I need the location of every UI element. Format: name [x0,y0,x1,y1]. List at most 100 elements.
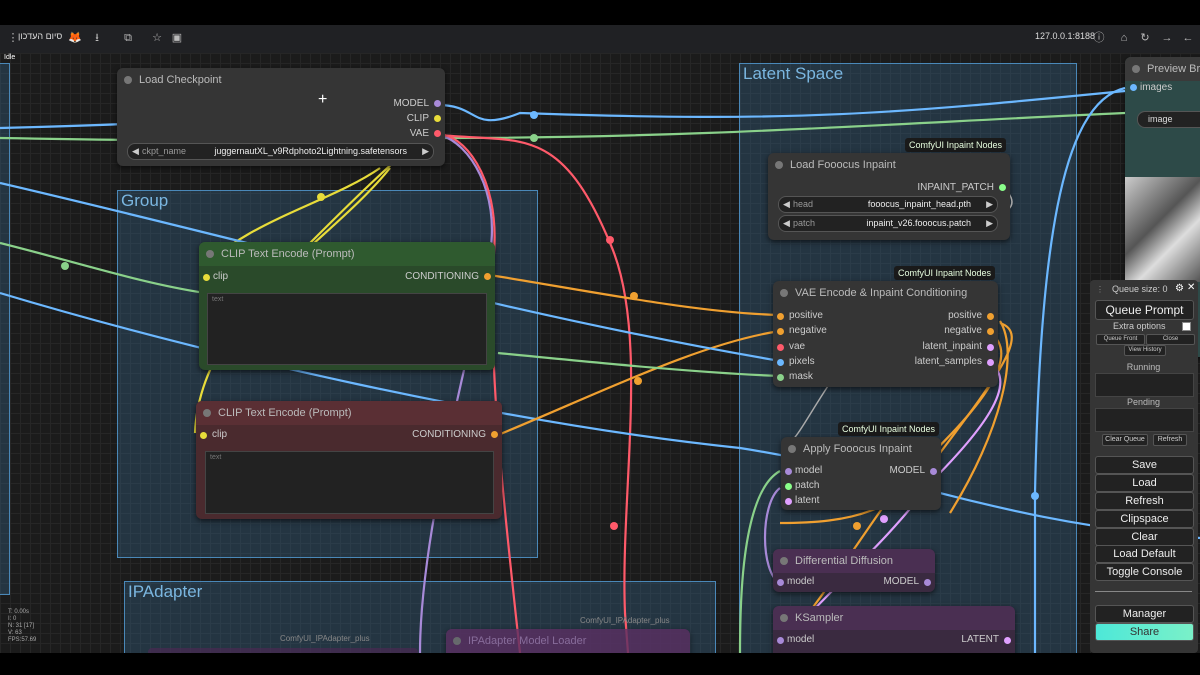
output-model-label: MODEL [889,465,925,476]
widget-label: ckpt_name [142,146,187,156]
input-clip-dot[interactable] [203,274,210,281]
node-badge: ComfyUI_IPAdapter_plus [580,616,670,625]
node-badge: ComfyUI Inpaint Nodes [894,266,996,280]
download-icon[interactable]: ⭳ [90,31,104,45]
left-arrow-icon[interactable]: ◀ [783,216,790,231]
extra-options-label: Extra options [1113,321,1166,331]
node-canvas[interactable]: Idle Latent Space Group IPAdapter Previe… [0,53,1200,653]
settings-gear-icon[interactable]: ⚙ [1175,283,1184,294]
queue-front-button[interactable]: Queue Front [1096,334,1145,345]
input-model-dot[interactable] [777,579,784,586]
apply-fooocus-inpaint-node[interactable]: Apply Fooocus Inpaint model patch latent… [781,437,941,510]
forward-icon[interactable]: → [1160,31,1174,45]
node-badge: ComfyUI Inpaint Nodes [905,138,1007,152]
left-arrow-icon[interactable]: ◀ [132,144,139,159]
input-mask-label: mask [789,371,813,382]
input-clip-label: clip [213,271,229,282]
view-history-button[interactable]: View History [1124,345,1166,356]
star-icon[interactable]: ☆ [150,31,164,45]
output-latent-inpaint-label: latent_inpaint [922,341,983,352]
input-patch-dot[interactable] [785,483,792,490]
refresh-button[interactable]: Refresh [1095,492,1194,510]
output-latent-dot[interactable] [1004,637,1011,644]
home-icon[interactable]: ⌂ [1117,31,1131,45]
node-title: Differential Diffusion [773,549,935,573]
load-button[interactable]: Load [1095,474,1194,492]
right-arrow-icon[interactable]: ▶ [986,216,993,231]
clipspace-button[interactable]: Clipspace [1095,510,1194,528]
tab-label[interactable]: סיום העדכון [18,31,62,41]
load-fooocus-inpaint-node[interactable]: Load Fooocus Inpaint INPAINT_PATCH ◀ hea… [768,153,1010,240]
translate-icon[interactable]: ▣ [170,31,184,45]
extra-options-checkbox[interactable] [1182,322,1191,331]
load-checkpoint-node[interactable]: Load Checkpoint MODEL CLIP VAE ◀ ckpt_na… [117,68,445,166]
output-negative-dot[interactable] [987,328,994,335]
output-vae-dot[interactable] [434,130,441,137]
output-model-dot[interactable] [434,100,441,107]
left-arrow-icon[interactable]: ◀ [783,197,790,212]
output-inpaint-patch-dot[interactable] [999,184,1006,191]
input-model-dot[interactable] [785,468,792,475]
node-title: Load Checkpoint [117,68,445,92]
address-bar[interactable]: 127.0.0.1:8188 [1035,31,1095,41]
close-panel-icon[interactable]: ✕ [1187,282,1195,293]
share-button[interactable]: Share [1095,623,1194,641]
divider [1095,591,1192,592]
input-mask-dot[interactable] [777,374,784,381]
input-negative-dot[interactable] [777,328,784,335]
output-clip-dot[interactable] [434,115,441,122]
output-conditioning-label: CONDITIONING [412,429,486,440]
output-conditioning-dot[interactable] [484,273,491,280]
extensions-puzzle-icon[interactable]: ⧉ [121,31,135,45]
output-latent-inpaint-dot[interactable] [987,344,994,351]
refresh-queue-button[interactable]: Refresh [1153,434,1187,446]
right-arrow-icon[interactable]: ▶ [422,144,429,159]
output-positive-dot[interactable] [987,313,994,320]
clear-queue-button[interactable]: Clear Queue [1102,434,1148,446]
ckpt-name-combo[interactable]: ◀ ckpt_name juggernautXL_v9Rdphoto2Light… [127,143,434,160]
input-clip-dot[interactable] [200,432,207,439]
clip-text-encode-positive-node[interactable]: CLIP Text Encode (Prompt) clip CONDITION… [199,242,495,370]
prompt-textarea[interactable]: text [205,451,494,514]
output-latent-label: LATENT [961,634,999,645]
output-latent-samples-dot[interactable] [987,359,994,366]
output-conditioning-dot[interactable] [491,431,498,438]
load-default-button[interactable]: Load Default [1095,545,1194,563]
close-button[interactable]: Close [1146,334,1195,345]
input-pixels-dot[interactable] [777,359,784,366]
head-combo[interactable]: ◀ head fooocus_inpaint_head.pth ▶ [778,196,998,213]
node-title: VAE Encode & Inpaint Conditioning [773,281,998,305]
queue-panel[interactable]: ⋮ Queue size: 0 ⚙ ✕ Queue Prompt Extra o… [1090,280,1198,653]
stat-line: T: 0.00s [8,609,30,615]
right-arrow-icon[interactable]: ▶ [986,197,993,212]
stat-line: I: 0 [8,616,17,622]
patch-combo[interactable]: ◀ patch inpaint_v26.fooocus.patch ▶ [778,215,998,232]
ipadapter-model-loader-node[interactable]: IPAdapter Model Loader [446,629,690,653]
prompt-textarea[interactable]: text [207,293,487,365]
extension-icon[interactable]: 🦊 [68,31,82,45]
crosshair-cursor-icon: + [318,91,328,108]
clip-text-encode-negative-node[interactable]: CLIP Text Encode (Prompt) clip CONDITION… [196,401,502,519]
input-latent-dot[interactable] [785,498,792,505]
input-vae-dot[interactable] [777,344,784,351]
reload-icon[interactable]: ↻ [1138,31,1152,45]
running-list [1095,373,1194,397]
output-model-label: MODEL [883,576,919,587]
input-model-label: model [795,465,823,476]
site-info-icon[interactable]: ⓘ [1092,31,1106,45]
manager-button[interactable]: Manager [1095,605,1194,623]
drag-handle-icon[interactable]: ⋮ [1096,285,1104,294]
input-pixels-label: pixels [789,356,815,367]
ksampler-node[interactable]: KSampler model LATENT [773,606,1015,653]
vae-encode-inpaint-node[interactable]: VAE Encode & Inpaint Conditioning positi… [773,281,998,387]
back-icon[interactable]: ← [1181,31,1195,45]
output-model-dot[interactable] [924,579,931,586]
differential-diffusion-node[interactable]: Differential Diffusion model MODEL [773,549,935,592]
input-model-dot[interactable] [777,637,784,644]
toggle-console-button[interactable]: Toggle Console [1095,563,1194,581]
input-positive-dot[interactable] [777,313,784,320]
output-model-dot[interactable] [930,468,937,475]
queue-prompt-button[interactable]: Queue Prompt [1095,300,1194,320]
save-button[interactable]: Save [1095,456,1194,474]
clear-button[interactable]: Clear [1095,528,1194,546]
